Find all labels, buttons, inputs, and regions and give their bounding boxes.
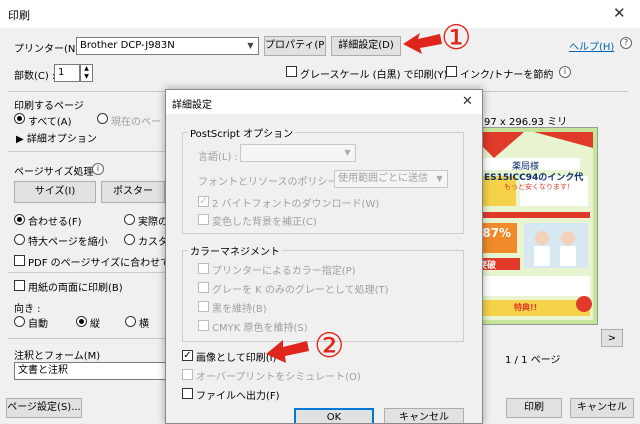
arrow-icon: [403, 33, 442, 54]
annotation-circle-one: ①: [441, 18, 472, 58]
annotation-circle-two: ②: [314, 326, 345, 366]
arrow-icon: [266, 340, 309, 363]
